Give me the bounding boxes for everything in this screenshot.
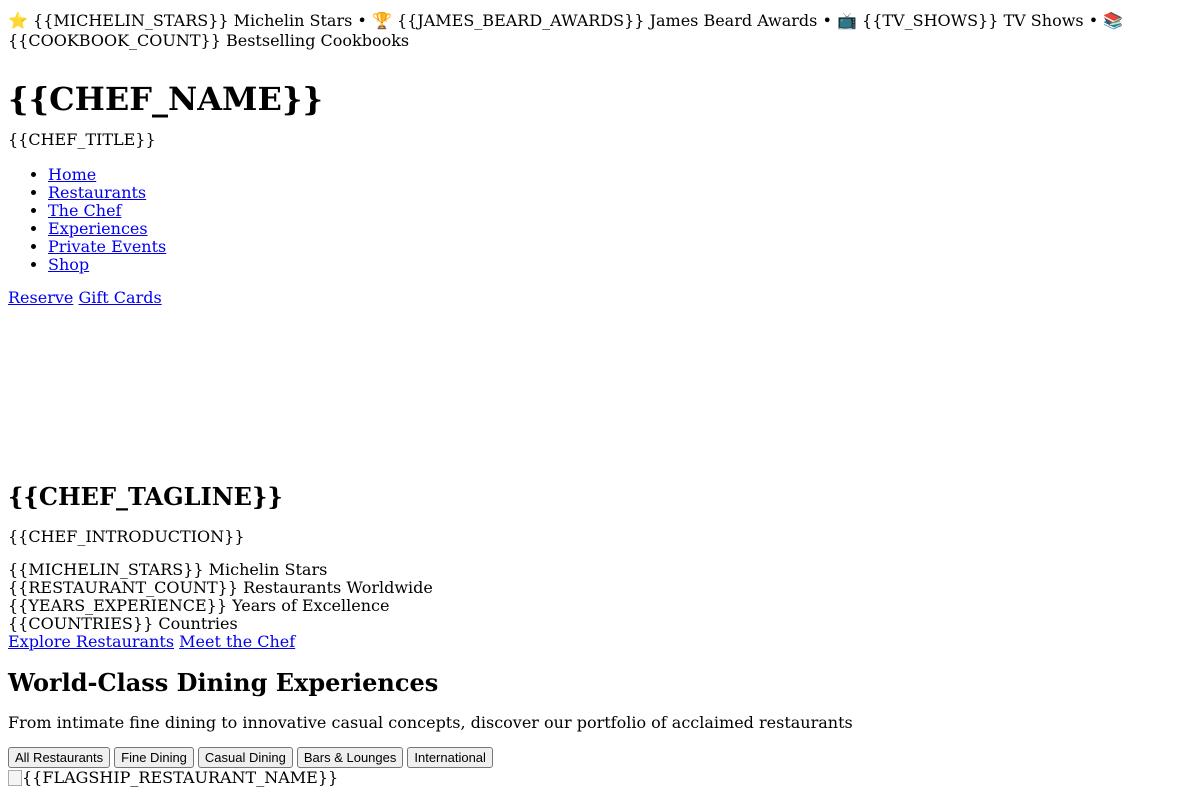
nav-item-experiences: Experiences bbox=[48, 220, 1192, 238]
filter-all-restaurants-button[interactable]: All Restaurants bbox=[8, 747, 111, 768]
flagship-restaurant-image: {{FLAGSHIP_RESTAURANT_NAME}} bbox=[8, 768, 1192, 788]
restaurant-filters: All Restaurants Fine Dining Casual Dinin… bbox=[8, 747, 1192, 768]
nav-link-private-events[interactable]: Private Events bbox=[48, 237, 166, 256]
dining-subheading: From intimate fine dining to innovative … bbox=[8, 713, 853, 732]
michelin-stars-text: {{MICHELIN_STARS}} Michelin Stars bbox=[33, 11, 353, 30]
nav-item-shop: Shop bbox=[48, 256, 1192, 274]
star-icon: ⭐ bbox=[8, 11, 28, 30]
broken-image-icon bbox=[8, 770, 22, 786]
separator: • bbox=[822, 11, 832, 30]
chef-title: {{CHEF_TITLE}} bbox=[8, 130, 156, 149]
explore-restaurants-link[interactable]: Explore Restaurants bbox=[8, 632, 174, 651]
trophy-icon: 🏆 bbox=[371, 11, 392, 30]
main-nav: Home Restaurants The Chef Experiences Pr… bbox=[8, 166, 1192, 274]
cookbooks-text: {{COOKBOOK_COUNT}} Bestselling Cookbooks bbox=[8, 31, 410, 50]
nav-item-restaurants: Restaurants bbox=[48, 184, 1192, 202]
chef-introduction: {{CHEF_INTRODUCTION}} bbox=[8, 527, 245, 546]
chef-name: {{CHEF_NAME}} bbox=[8, 80, 324, 118]
separator: • bbox=[1088, 11, 1099, 30]
meet-the-chef-link[interactable]: Meet the Chef bbox=[179, 632, 295, 651]
dining-heading: World-Class Dining Experiences bbox=[8, 668, 439, 697]
separator: • bbox=[357, 11, 367, 30]
filter-fine-dining-button[interactable]: Fine Dining bbox=[114, 747, 194, 768]
james-beard-text: {{JAMES_BEARD_AWARDS}} James Beard Award… bbox=[396, 11, 818, 30]
stat-years-experience: {{YEARS_EXPERIENCE}} Years of Excellence bbox=[8, 596, 390, 615]
filter-international-button[interactable]: International bbox=[407, 747, 493, 768]
nav-link-restaurants[interactable]: Restaurants bbox=[48, 183, 146, 202]
chef-tagline: {{CHEF_TAGLINE}} bbox=[8, 482, 283, 511]
nav-item-home: Home bbox=[48, 166, 1192, 184]
nav-link-the-chef[interactable]: The Chef bbox=[48, 201, 121, 220]
tv-shows-text: {{TV_SHOWS}} TV Shows bbox=[862, 11, 1084, 30]
nav-item-private-events: Private Events bbox=[48, 238, 1192, 256]
nav-item-the-chef: The Chef bbox=[48, 202, 1192, 220]
stat-michelin-stars: {{MICHELIN_STARS}} Michelin Stars bbox=[8, 560, 328, 579]
hero-stats: {{MICHELIN_STARS}} Michelin Stars {{REST… bbox=[8, 561, 1192, 633]
nav-link-shop[interactable]: Shop bbox=[48, 255, 89, 274]
hero-cta: Explore Restaurants Meet the Chef bbox=[8, 633, 1192, 651]
hero-media-area bbox=[8, 308, 1192, 483]
nav-link-experiences[interactable]: Experiences bbox=[48, 219, 148, 238]
nav-link-home[interactable]: Home bbox=[48, 165, 96, 184]
header-actions: Reserve Gift Cards bbox=[8, 288, 1192, 308]
stat-restaurant-count: {{RESTAURANT_COUNT}} Restaurants Worldwi… bbox=[8, 578, 433, 597]
filter-bars-lounges-button[interactable]: Bars & Lounges bbox=[296, 747, 404, 768]
filter-casual-dining-button[interactable]: Casual Dining bbox=[197, 747, 293, 768]
stat-countries: {{COUNTRIES}} Countries bbox=[8, 614, 238, 633]
accolades-bar: ⭐ {{MICHELIN_STARS}} Michelin Stars • 🏆 … bbox=[8, 11, 1148, 51]
books-icon: 📚 bbox=[1103, 11, 1124, 30]
page: ⭐ {{MICHELIN_STARS}} Michelin Stars • 🏆 … bbox=[0, 11, 1200, 788]
tv-icon: 📺 bbox=[837, 11, 857, 30]
reserve-link[interactable]: Reserve bbox=[8, 288, 73, 307]
flagship-restaurant-alt: {{FLAGSHIP_RESTAURANT_NAME}} bbox=[22, 768, 339, 787]
gift-cards-link[interactable]: Gift Cards bbox=[78, 288, 161, 307]
